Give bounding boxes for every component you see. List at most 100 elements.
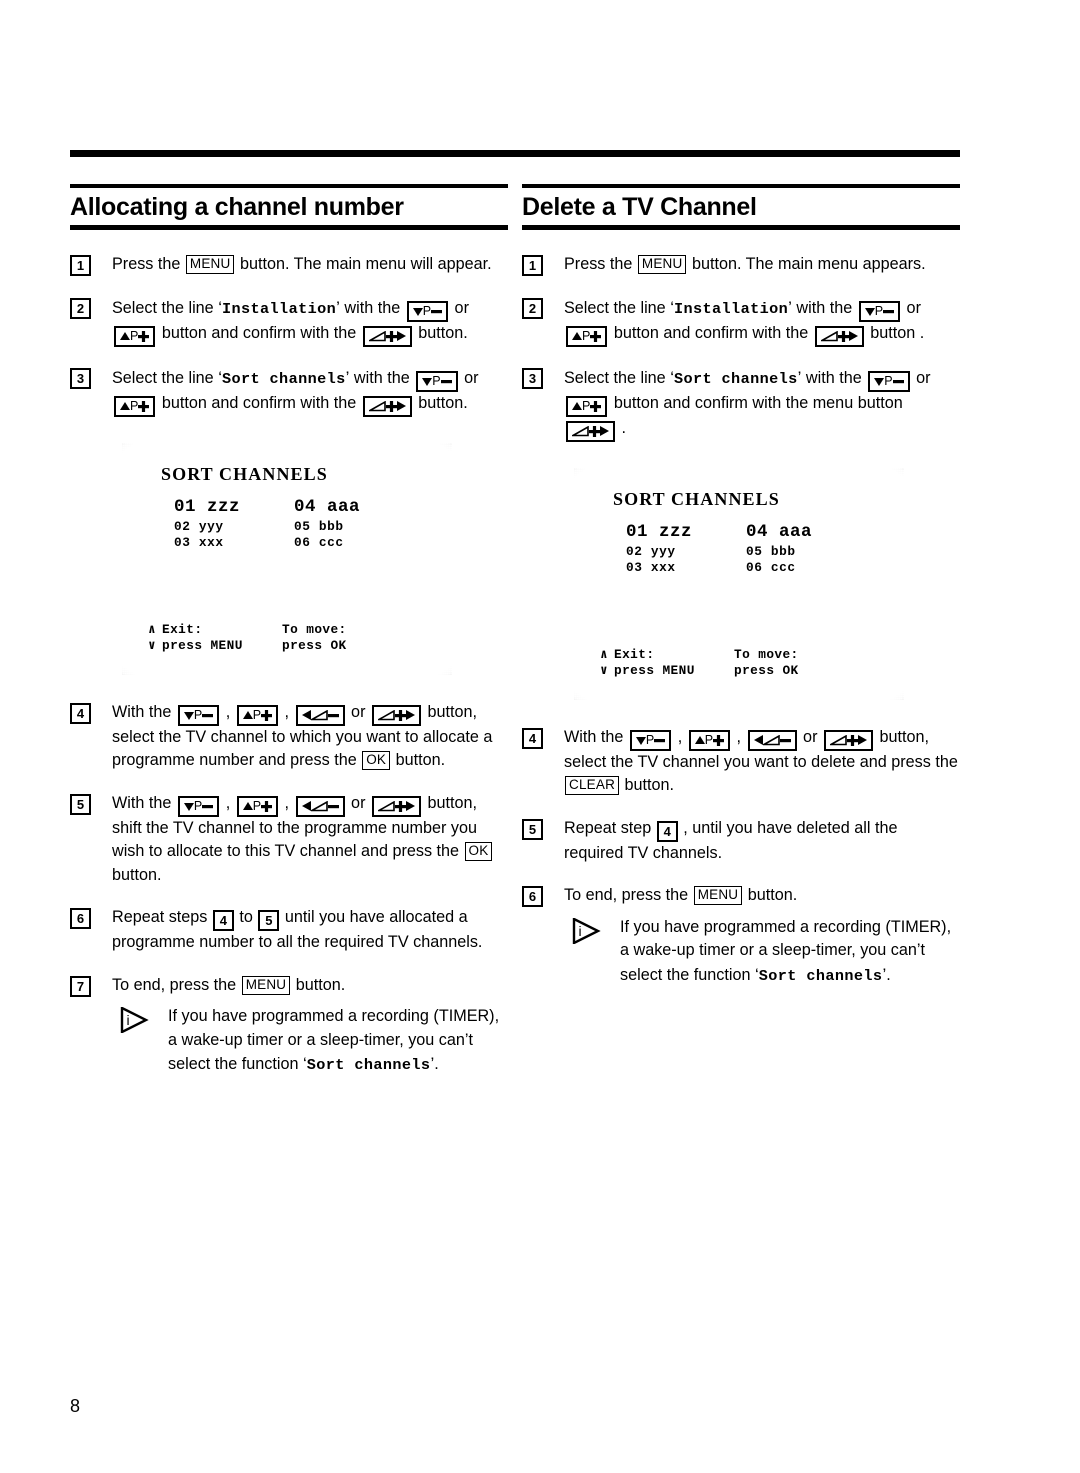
osd-footer-row: ∧ Exit: To move: bbox=[148, 622, 428, 638]
osd-channel-entry: 04 aaa bbox=[746, 521, 813, 542]
osd-channel-row[interactable]: 01 zzz 04 aaa bbox=[174, 496, 414, 519]
step-number: 3 bbox=[522, 367, 543, 389]
plus-icon bbox=[385, 397, 397, 415]
osd-hint-exit: press MENU bbox=[162, 637, 243, 653]
channel-down-key[interactable]: P bbox=[629, 729, 672, 751]
instruction-step: 4 With the P , P , or button, select the … bbox=[522, 726, 960, 798]
instruction-text: button. bbox=[291, 975, 346, 994]
channel-up-key[interactable]: P bbox=[566, 325, 608, 347]
volume-wedge-icon bbox=[762, 731, 780, 749]
plus-icon bbox=[138, 397, 150, 415]
step-body: Press the MENU button. The main menu app… bbox=[564, 255, 926, 275]
minus-icon bbox=[327, 706, 339, 724]
volume-up-key[interactable] bbox=[823, 729, 873, 751]
volume-wedge-icon bbox=[310, 706, 328, 724]
volume-up-key[interactable] bbox=[814, 325, 864, 347]
volume-up-key[interactable] bbox=[362, 325, 412, 347]
instruction-text: or bbox=[902, 298, 921, 317]
info-note-text: If you have programmed a recording (TIME… bbox=[620, 918, 951, 985]
channel-up-key[interactable]: P bbox=[688, 729, 731, 751]
step-number: 5 bbox=[70, 793, 91, 815]
heading-rule-top bbox=[70, 184, 508, 188]
steps-before-screen: 1 Press the MENU button. The main menu wi… bbox=[70, 253, 508, 417]
instruction-text: With the bbox=[112, 793, 176, 812]
tv-screen-illustration: SORT CHANNELS 01 zzz 04 aaa 02 yyy 05 bbb 03 … bbox=[574, 467, 904, 700]
key-label-p: P bbox=[884, 373, 893, 388]
menu-key[interactable]: MENU bbox=[241, 975, 291, 995]
channel-down-key[interactable]: P bbox=[177, 704, 220, 726]
osd-channel-entry: 05 bbb bbox=[294, 518, 344, 534]
instruction-text: To end, press the bbox=[112, 975, 241, 994]
instruction-text: button. bbox=[391, 751, 446, 770]
menu-key[interactable]: MENU bbox=[185, 255, 235, 275]
osd-channel-entry: 01 zzz bbox=[626, 521, 693, 542]
channel-up-key[interactable]: P bbox=[114, 395, 156, 417]
channel-up-key[interactable]: P bbox=[236, 704, 279, 726]
step-number: 2 bbox=[70, 297, 91, 319]
channel-down-key[interactable]: P bbox=[868, 370, 910, 392]
left-triangle-icon bbox=[301, 706, 311, 724]
plus-icon bbox=[261, 706, 273, 724]
heading-rule-bottom bbox=[70, 225, 508, 231]
key-label-p: P bbox=[252, 798, 262, 813]
instruction-text: , bbox=[280, 702, 294, 721]
volume-down-key[interactable] bbox=[747, 729, 797, 751]
instruction-text: with the bbox=[339, 298, 405, 317]
instruction-text: button. The main menu appears. bbox=[687, 255, 926, 274]
instruction-text: button and confirm with the menu button bbox=[609, 393, 903, 412]
osd-channel-row: 02 yyy 05 bbb bbox=[626, 544, 866, 560]
minus-icon bbox=[779, 731, 791, 749]
instruction-text: with the bbox=[791, 298, 857, 317]
clear-key[interactable]: CLEAR bbox=[565, 776, 620, 796]
ok-key[interactable]: OK bbox=[362, 751, 391, 771]
instruction-step: 3 Select the line ‘Sort channels’ with th… bbox=[522, 366, 960, 442]
tv-screen-container: SORT CHANNELS 01 zzz 04 aaa 02 yyy 05 bbb 03 … bbox=[522, 467, 960, 700]
osd-hint-exit: press MENU bbox=[614, 662, 695, 678]
instruction-text: with the bbox=[801, 368, 867, 387]
osd-channel-entry: 05 bbb bbox=[746, 543, 796, 559]
step-number: 4 bbox=[522, 727, 543, 749]
channel-up-key[interactable]: P bbox=[236, 795, 279, 817]
instruction-text: button. The main menu will appear. bbox=[235, 255, 492, 274]
info-note: i If you have programmed a recording (TIM… bbox=[112, 1005, 508, 1078]
plus-icon bbox=[837, 327, 849, 345]
plus-icon bbox=[394, 797, 406, 815]
osd-channel-list: 01 zzz 04 aaa 02 yyy 05 bbb 03 xxx 06 ccc bbox=[626, 521, 866, 576]
osd-title: SORT CHANNELS bbox=[613, 488, 780, 509]
volume-down-key[interactable] bbox=[295, 704, 345, 726]
channel-down-key[interactable]: P bbox=[177, 795, 220, 817]
right-triangle-icon bbox=[600, 422, 609, 440]
channel-down-key[interactable]: P bbox=[406, 300, 449, 322]
volume-up-key[interactable] bbox=[371, 704, 421, 726]
step-reference: 4 bbox=[212, 910, 234, 932]
channel-down-key[interactable]: P bbox=[416, 370, 458, 392]
menu-key[interactable]: MENU bbox=[637, 255, 687, 275]
volume-down-key[interactable] bbox=[295, 795, 345, 817]
step-body: Select the line ‘Installation’ with the … bbox=[564, 298, 924, 347]
minus-icon bbox=[440, 372, 452, 390]
osd-channel-entry: 06 ccc bbox=[746, 559, 796, 575]
volume-up-key[interactable] bbox=[371, 795, 421, 817]
down-triangle-icon bbox=[864, 302, 875, 320]
channel-up-key[interactable]: P bbox=[566, 395, 608, 417]
menu-key[interactable]: MENU bbox=[693, 886, 743, 906]
instruction-step: 7 To end, press the MENU button. i If you h… bbox=[70, 974, 508, 1078]
minus-icon bbox=[883, 302, 895, 320]
channel-up-key[interactable]: P bbox=[114, 325, 156, 347]
key-label-p: P bbox=[704, 732, 714, 747]
osd-channel-row[interactable]: 01 zzz 04 aaa bbox=[626, 521, 866, 544]
volume-wedge-icon bbox=[368, 397, 386, 415]
step-number: 4 bbox=[70, 702, 91, 724]
ok-key[interactable]: OK bbox=[464, 842, 493, 862]
osd-arrow-icon: ∧ bbox=[600, 646, 609, 662]
volume-up-key[interactable] bbox=[362, 395, 412, 417]
osd-arrow-icon: ∧ bbox=[148, 621, 157, 637]
volume-up-key[interactable] bbox=[566, 420, 615, 442]
step-number: 5 bbox=[522, 818, 543, 840]
up-triangle-icon bbox=[572, 327, 582, 345]
tv-screen: SORT CHANNELS 01 zzz 04 aaa 02 yyy 05 bbb 03 … bbox=[586, 476, 892, 691]
minus-icon bbox=[654, 731, 666, 749]
info-triangle-icon: i bbox=[120, 1006, 150, 1035]
instruction-text: button and confirm with the bbox=[157, 393, 361, 412]
channel-down-key[interactable]: P bbox=[858, 300, 901, 322]
